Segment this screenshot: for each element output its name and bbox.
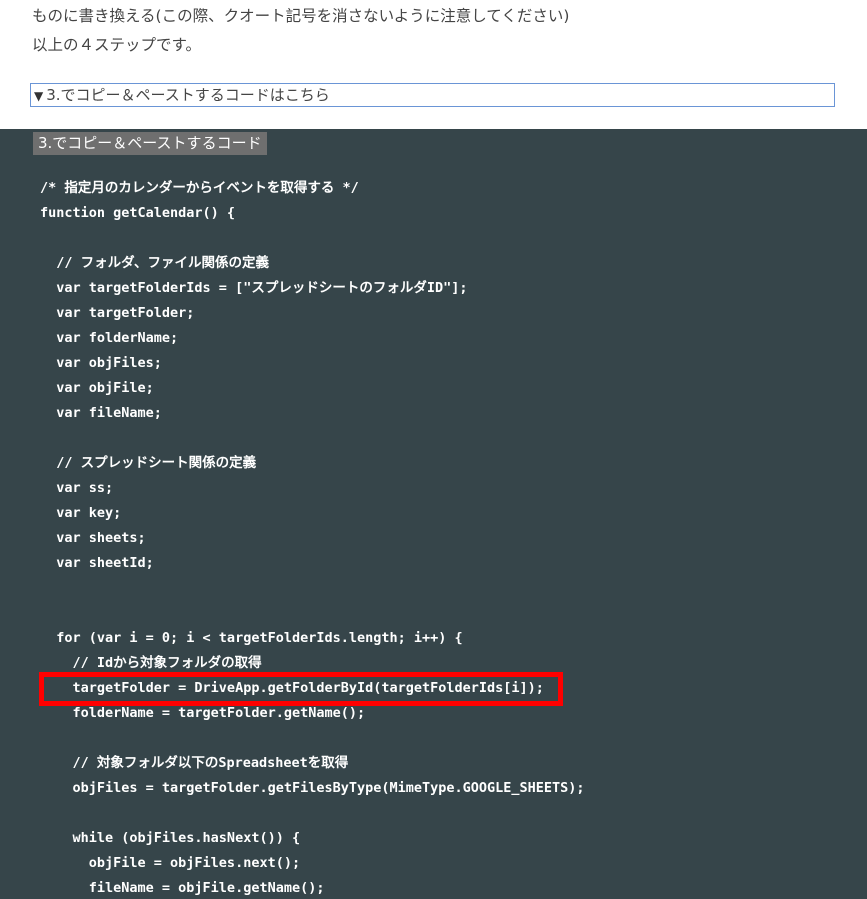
- code-line: // スプレッドシート関係の定義: [40, 455, 257, 471]
- code-line: while (objFiles.hasNext()) {: [40, 830, 301, 846]
- code-line: var ss;: [40, 480, 114, 496]
- code-line: var folderName;: [40, 330, 179, 346]
- code-line: var objFiles;: [40, 355, 162, 371]
- code-line: for (var i = 0; i < targetFolderIds.leng…: [40, 630, 463, 646]
- code-line: var fileName;: [40, 405, 162, 421]
- code-line: // フォルダ、ファイル関係の定義: [40, 255, 269, 271]
- code-line: var key;: [40, 505, 122, 521]
- expand-triangle-icon: ▼: [34, 89, 44, 103]
- code-line: fileName = objFile.getName();: [40, 880, 325, 896]
- code-line: objFiles = targetFolder.getFilesByType(M…: [40, 780, 585, 796]
- code-line: var sheets;: [40, 530, 146, 546]
- code-line: var sheetId;: [40, 555, 154, 571]
- code-line: // 対象フォルダ以下のSpreadsheetを取得: [40, 755, 349, 771]
- code-line: /* 指定月のカレンダーからイベントを取得する */: [40, 180, 359, 196]
- intro-text-line-1: ものに書き換える(この際、クオート記号を消さないように注意してください): [32, 7, 570, 25]
- code-line: function getCalendar() {: [40, 205, 236, 221]
- code-details-toggle[interactable]: ▼ 3.でコピー＆ペーストするコードはこちら: [30, 83, 835, 107]
- intro-text-line-2: 以上の４ステップです。: [32, 36, 201, 54]
- code-line: // Idから対象フォルダの取得: [40, 655, 262, 671]
- code-line: folderName = targetFolder.getName();: [40, 705, 366, 721]
- code-line: var objFile;: [40, 380, 154, 396]
- code-block: 3.でコピー＆ペーストするコード /* 指定月のカレンダーからイベントを取得する…: [0, 129, 867, 899]
- code-line: var targetFolder;: [40, 305, 195, 321]
- code-line: var targetFolderIds = ["スプレッドシートのフォルダID"…: [40, 280, 468, 296]
- details-summary-label: 3.でコピー＆ペーストするコードはこちら: [46, 86, 330, 104]
- code-block-title: 3.でコピー＆ペーストするコード: [33, 132, 267, 155]
- code-line: objFile = objFiles.next();: [40, 855, 301, 871]
- code-line: targetFolder = DriveApp.getFolderById(ta…: [40, 680, 544, 696]
